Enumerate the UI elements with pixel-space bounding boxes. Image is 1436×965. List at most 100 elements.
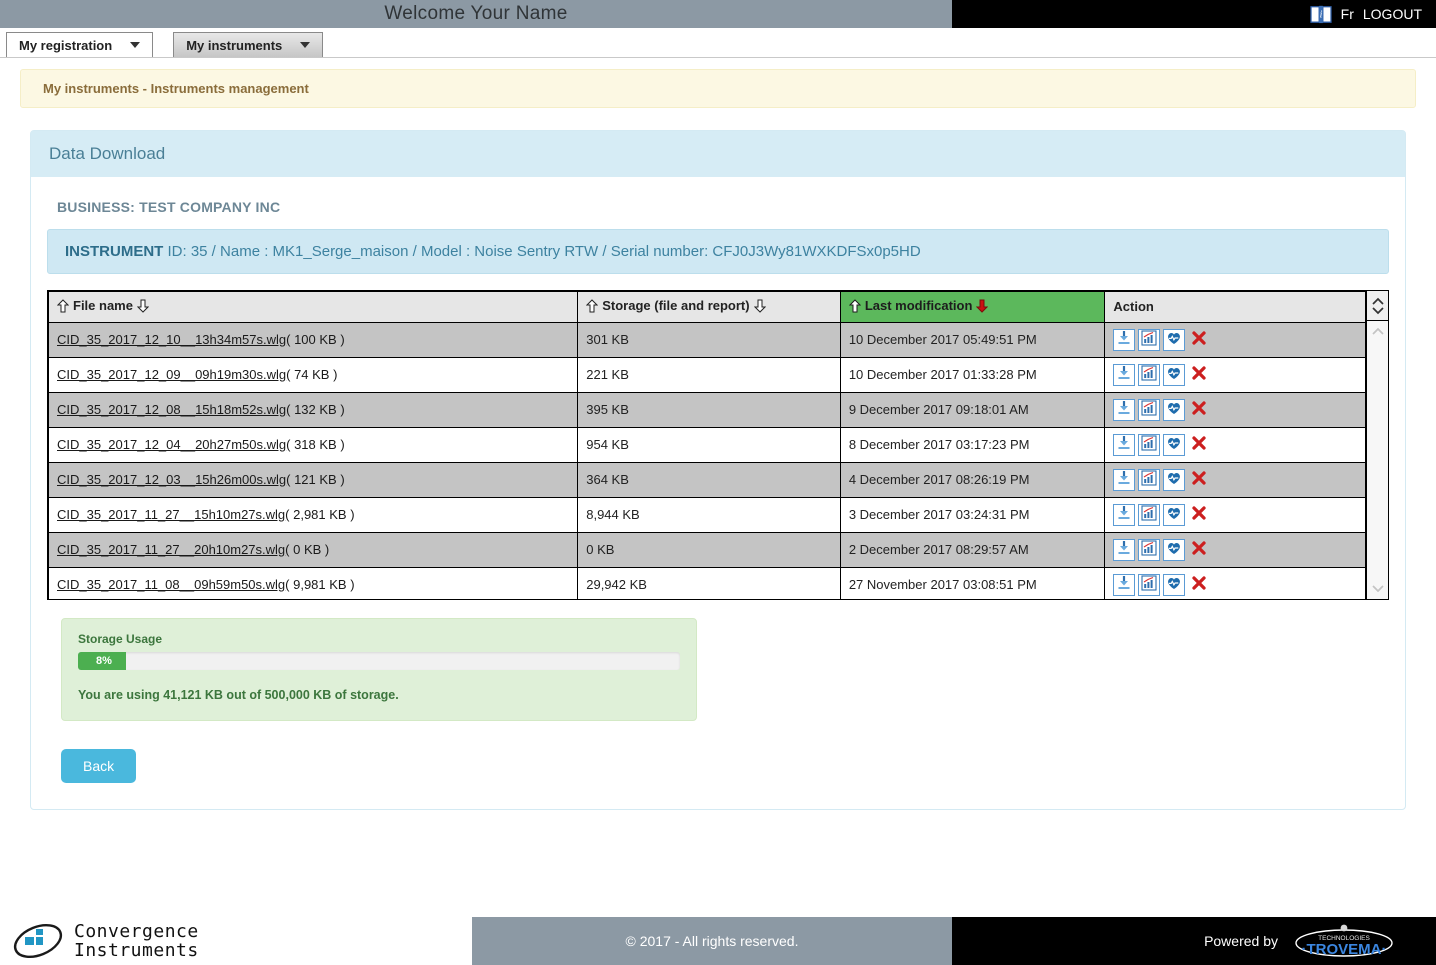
cell-action [1104, 391, 1366, 428]
chart-icon [1141, 365, 1157, 384]
storage-progress-bar: 8% [78, 652, 127, 670]
chart-button[interactable] [1138, 503, 1161, 526]
cell-action [1104, 426, 1366, 463]
chart-button[interactable] [1138, 363, 1161, 386]
delete-button[interactable] [1188, 399, 1210, 421]
download-button[interactable] [1113, 398, 1136, 421]
chart-button[interactable] [1138, 468, 1161, 491]
nav-tab-my-instruments[interactable]: My instruments [173, 32, 324, 57]
heartbeat-icon [1166, 365, 1182, 384]
table-row: CID_35_2017_12_09__09h19m30s.wlg( 74 KB … [48, 356, 1366, 393]
cell-action [1104, 531, 1366, 568]
file-name-link[interactable]: CID_35_2017_12_03__15h26m00s.wlg [57, 472, 286, 487]
download-button[interactable] [1113, 363, 1136, 386]
trovema-name-text: ·TROVEMA· [1302, 941, 1387, 958]
table-row: CID_35_2017_12_10__13h34m57s.wlg( 100 KB… [48, 321, 1366, 358]
download-button[interactable] [1113, 503, 1136, 526]
footer-powered-by-label: Powered by [1204, 933, 1278, 949]
delete-button[interactable] [1188, 539, 1210, 561]
heartbeat-button[interactable] [1163, 433, 1186, 456]
heartbeat-button[interactable] [1163, 503, 1186, 526]
column-header-storage[interactable]: Storage (file and report) [577, 291, 841, 323]
heartbeat-icon [1166, 400, 1182, 419]
file-name-link[interactable]: CID_35_2017_11_27__15h10m27s.wlg [57, 507, 285, 522]
language-link-fr[interactable]: Fr [1341, 6, 1354, 22]
heartbeat-button[interactable] [1163, 468, 1186, 491]
logout-link[interactable]: LOGOUT [1363, 6, 1422, 22]
download-button[interactable] [1113, 468, 1136, 491]
chart-button[interactable] [1138, 573, 1161, 596]
file-name-link[interactable]: CID_35_2017_12_04__20h27m50s.wlg [57, 437, 286, 452]
chart-icon [1141, 400, 1157, 419]
delete-button[interactable] [1188, 329, 1210, 351]
files-table-wrapper: File name Storage (file and report) Last… [47, 290, 1389, 600]
cell-last-modification: 9 December 2017 09:18:01 AM [839, 391, 1106, 428]
footer-powered-by: Powered by TECHNOLOGIES ·TROVEMA· [952, 917, 1436, 965]
storage-percent-label: 8% [96, 655, 112, 667]
heartbeat-button[interactable] [1163, 573, 1186, 596]
table-vertical-scrollbar[interactable] [1366, 291, 1388, 599]
delete-button[interactable] [1188, 574, 1210, 596]
chart-button[interactable] [1138, 538, 1161, 561]
cell-action [1104, 566, 1366, 599]
chart-button[interactable] [1138, 328, 1161, 351]
scroll-up-chevron-icon [1371, 327, 1384, 335]
file-size-label: ( 121 KB ) [286, 472, 345, 487]
column-header-last-modification[interactable]: Last modification [839, 291, 1106, 323]
heartbeat-button[interactable] [1163, 328, 1186, 351]
chart-button[interactable] [1138, 433, 1161, 456]
download-icon [1116, 435, 1132, 454]
table-row: CID_35_2017_12_03__15h26m00s.wlg( 121 KB… [48, 461, 1366, 498]
instrument-details: ID: 35 / Name : MK1_Serge_maison / Model… [163, 243, 921, 260]
cell-file-name: CID_35_2017_11_27__15h10m27s.wlg( 2,981 … [48, 496, 579, 533]
panel-body: BUSINESS: TEST COMPANY INC INSTRUMENT ID… [31, 177, 1405, 809]
download-button[interactable] [1113, 328, 1136, 351]
top-bar: Welcome Your Name i Fr LOGOUT [0, 0, 1436, 28]
delete-button[interactable] [1188, 364, 1210, 386]
delete-button[interactable] [1188, 469, 1210, 491]
file-name-link[interactable]: CID_35_2017_12_10__13h34m57s.wlg [57, 332, 286, 347]
heartbeat-button[interactable] [1163, 363, 1186, 386]
trovema-logo-icon: TECHNOLOGIES ·TROVEMA· [1295, 924, 1393, 958]
scrollbar-track[interactable] [1367, 321, 1388, 599]
sort-ascending-icon [57, 298, 69, 312]
heartbeat-button[interactable] [1163, 538, 1186, 561]
heartbeat-button[interactable] [1163, 398, 1186, 421]
download-icon [1116, 400, 1132, 419]
nav-tab-my-registration-label: My registration [19, 37, 113, 53]
cell-file-name: CID_35_2017_11_27__20h10m27s.wlg( 0 KB ) [48, 531, 579, 568]
nav-tab-my-registration[interactable]: My registration [6, 32, 154, 57]
scrollbar-sort-arrows[interactable] [1367, 291, 1388, 321]
download-button[interactable] [1113, 538, 1136, 561]
download-icon [1116, 505, 1132, 524]
convergence-instruments-logo-icon [13, 924, 63, 958]
scroll-down-chevron-icon [1371, 585, 1384, 593]
back-button[interactable]: Back [61, 749, 137, 783]
download-icon [1116, 330, 1132, 349]
heartbeat-icon [1166, 330, 1182, 349]
file-name-link[interactable]: CID_35_2017_11_27__20h10m27s.wlg [57, 542, 285, 557]
delete-icon [1191, 540, 1207, 559]
table-row: CID_35_2017_11_27__15h10m27s.wlg( 2,981 … [48, 496, 1366, 533]
table-row: CID_35_2017_12_08__15h18m52s.wlg( 132 KB… [48, 391, 1366, 428]
cell-storage: 0 KB [577, 531, 841, 568]
download-button[interactable] [1113, 573, 1136, 596]
action-button-group [1113, 538, 1357, 561]
chart-button[interactable] [1138, 398, 1161, 421]
delete-button[interactable] [1188, 434, 1210, 456]
column-header-file-name[interactable]: File name [48, 291, 579, 323]
book-info-icon[interactable]: i [1310, 4, 1332, 24]
file-size-label: ( 0 KB ) [285, 542, 330, 557]
delete-button[interactable] [1188, 504, 1210, 526]
sort-descending-icon [753, 299, 766, 313]
file-name-link[interactable]: CID_35_2017_12_08__15h18m52s.wlg [57, 402, 286, 417]
cell-action [1104, 356, 1366, 393]
file-name-link[interactable]: CID_35_2017_11_08__09h59m50s.wlg [57, 577, 285, 592]
table-header-row: File name Storage (file and report) Last… [48, 291, 1366, 323]
chart-icon [1141, 470, 1157, 489]
cell-last-modification: 4 December 2017 08:26:19 PM [839, 461, 1106, 498]
download-button[interactable] [1113, 433, 1136, 456]
heartbeat-icon [1166, 540, 1182, 559]
files-table-scroll-area: File name Storage (file and report) Last… [48, 291, 1366, 599]
file-name-link[interactable]: CID_35_2017_12_09__09h19m30s.wlg [57, 367, 286, 382]
